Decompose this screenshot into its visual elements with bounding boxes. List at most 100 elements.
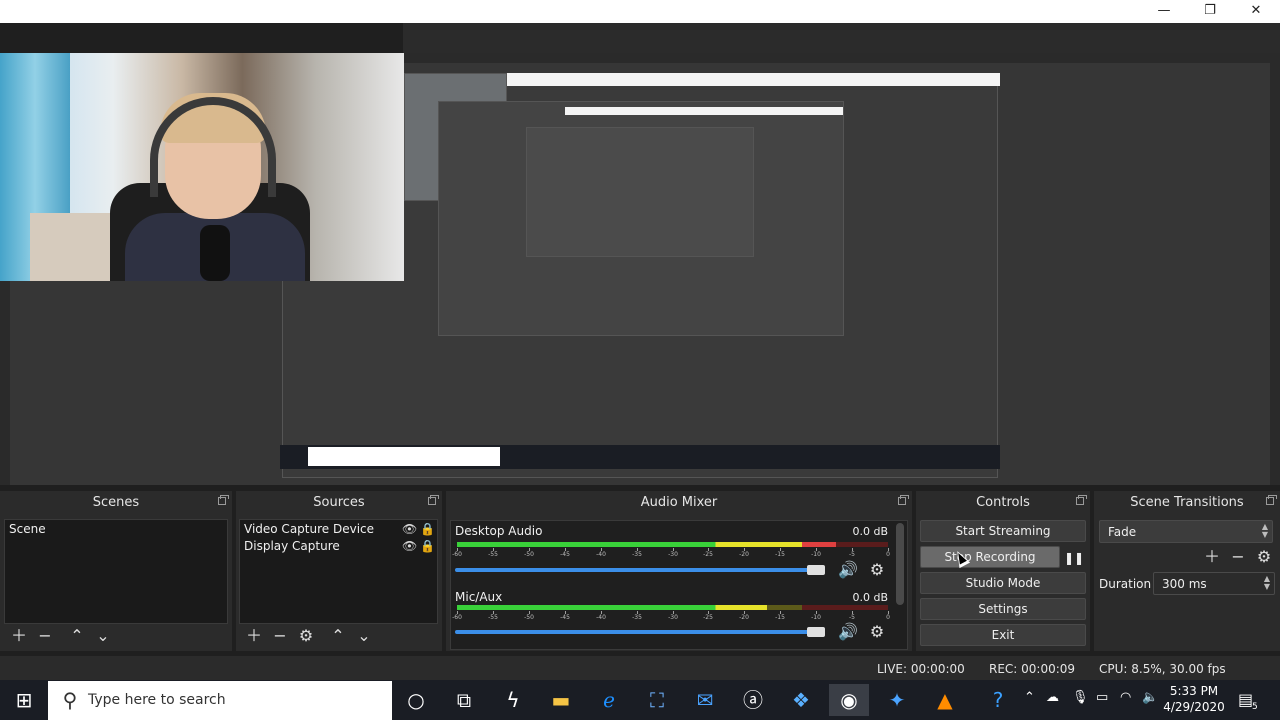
meter-tick-label: -40: [596, 551, 606, 558]
desktop-audio-volume-slider[interactable]: [455, 568, 825, 572]
add-source-icon[interactable]: ＋: [245, 627, 263, 645]
stop-recording-button[interactable]: Stop Recording: [920, 546, 1060, 568]
scene-transitions-dock: Scene Transitions: [1094, 491, 1280, 651]
vlc-icon[interactable]: ▲: [925, 684, 965, 716]
move-source-down-icon[interactable]: ⌄: [355, 627, 373, 645]
start-streaming-button[interactable]: Start Streaming: [920, 520, 1086, 542]
file-explorer-icon[interactable]: ▬: [541, 684, 581, 716]
taskbar-clock[interactable]: 5:33 PM 4/29/2020: [1160, 683, 1228, 715]
transition-select[interactable]: Fade ▲ ▼: [1099, 520, 1273, 543]
tray-chevron-up-icon[interactable]: ⌃: [1024, 690, 1035, 705]
source-properties-gear-icon[interactable]: ⚙: [297, 627, 315, 645]
desktop-audio-volume-handle[interactable]: [807, 565, 825, 575]
windows-start-icon[interactable]: ⊞: [4, 684, 44, 716]
meter-tick-label: -40: [596, 614, 606, 621]
app-icon[interactable]: ✦: [877, 684, 917, 716]
obs-icon[interactable]: ◉: [829, 684, 869, 716]
controls-float-icon[interactable]: [1076, 495, 1087, 505]
meter-tick-label: -60: [452, 614, 462, 621]
meter-tick-label: -30: [668, 614, 678, 621]
remove-source-icon[interactable]: −: [271, 627, 289, 645]
studio-mode-button[interactable]: Studio Mode: [920, 572, 1086, 594]
meter-tick-label: -55: [488, 551, 498, 558]
remove-transition-icon[interactable]: −: [1229, 548, 1247, 566]
mixer-scrollbar[interactable]: [896, 523, 904, 605]
meter-tick-label: 0: [886, 551, 890, 558]
scene-item[interactable]: Scene: [5, 521, 227, 538]
nested-title-bar: [507, 73, 1000, 86]
meter-tick-label: -55: [488, 614, 498, 621]
notification-count: 5: [1252, 702, 1258, 712]
meter-tick-label: -15: [775, 551, 785, 558]
dropbox-icon[interactable]: ❖: [781, 684, 821, 716]
desktop-audio-gear-icon[interactable]: ⚙: [867, 560, 887, 580]
cortana-icon[interactable]: ○: [396, 684, 436, 716]
desktop-audio-name: Desktop Audio: [455, 524, 543, 538]
minimize-button[interactable]: —: [1141, 0, 1187, 23]
notification-icon[interactable]: ▤: [1238, 690, 1253, 709]
mail-icon[interactable]: ✉: [685, 684, 725, 716]
meter-tick-label: -15: [775, 614, 785, 621]
mic-aux-volume-slider[interactable]: [455, 630, 825, 634]
help-icon[interactable]: ?: [980, 684, 1016, 716]
nested-capture-frame-3: [526, 127, 754, 257]
close-button[interactable]: ✕: [1233, 0, 1279, 23]
exit-button[interactable]: Exit: [920, 624, 1086, 646]
mic-aux-volume-handle[interactable]: [807, 627, 825, 637]
duration-value: 300 ms: [1162, 577, 1207, 591]
scene-transitions-float-icon[interactable]: [1266, 495, 1277, 505]
meter-tick-label: -10: [811, 551, 821, 558]
lock-icon[interactable]: 🔒: [420, 539, 435, 553]
bolt-app-icon[interactable]: ϟ: [493, 684, 533, 716]
meter-tick-label: -25: [703, 614, 713, 621]
wifi-icon[interactable]: ◠: [1120, 690, 1131, 705]
mic-aux-meter: [457, 605, 888, 610]
preview-area[interactable]: [0, 53, 1280, 485]
maximize-button[interactable]: ❐: [1187, 0, 1233, 23]
transition-select-value: Fade: [1108, 525, 1137, 539]
meter-tick-label: 0: [886, 614, 890, 621]
edge-icon[interactable]: ℯ: [589, 684, 629, 716]
transition-properties-gear-icon[interactable]: ⚙: [1255, 548, 1273, 566]
onedrive-icon[interactable]: ☁: [1046, 690, 1059, 705]
meter-tick-label: -5: [849, 551, 855, 558]
volume-icon[interactable]: 🔈: [1142, 690, 1158, 705]
mic-aux-gear-icon[interactable]: ⚙: [867, 622, 887, 642]
meter-tick-label: -25: [703, 551, 713, 558]
desktop-audio-speaker-icon[interactable]: 🔊: [838, 560, 858, 580]
nested-search: [308, 447, 500, 466]
move-scene-down-icon[interactable]: ⌄: [94, 627, 112, 645]
duration-spinbox[interactable]: 300 ms ▲ ▼: [1153, 572, 1275, 595]
eye-icon[interactable]: 👁: [402, 522, 417, 536]
duration-label: Duration: [1099, 577, 1152, 591]
add-scene-icon[interactable]: ＋: [10, 627, 28, 645]
audio-mixer-title: Audio Mixer: [640, 495, 718, 510]
lock-icon[interactable]: 🔒: [420, 522, 435, 536]
search-icon: ⚲: [62, 688, 78, 712]
microphone-icon[interactable]: 🎙: [1072, 690, 1089, 705]
meter-tick-label: -50: [524, 614, 534, 621]
task-view-icon[interactable]: ⧉: [444, 684, 484, 716]
spinbox-arrows-icon[interactable]: ▲ ▼: [1264, 575, 1270, 591]
sources-dock-float-icon[interactable]: [428, 495, 439, 505]
obs-window: — ❐ ✕ Scenes Scene ＋ − ⌃ ⌄ Sources Video…: [0, 0, 1280, 720]
amazon-icon[interactable]: ⓐ: [733, 684, 773, 716]
settings-button[interactable]: Settings: [920, 598, 1086, 620]
scenes-dock-float-icon[interactable]: [218, 495, 229, 505]
store-icon[interactable]: ⛶: [637, 684, 677, 716]
move-scene-up-icon[interactable]: ⌃: [68, 627, 86, 645]
remove-scene-icon[interactable]: −: [36, 627, 54, 645]
chevron-updown-icon: ▲ ▼: [1261, 522, 1268, 539]
mic-aux-speaker-icon[interactable]: 🔊: [838, 622, 858, 642]
title-bar: [0, 0, 1280, 23]
move-source-up-icon[interactable]: ⌃: [329, 627, 347, 645]
nested-title-bar-2: [565, 107, 843, 115]
clock-date: 4/29/2020: [1163, 700, 1225, 714]
audio-mixer-float-icon[interactable]: [898, 495, 909, 505]
add-transition-icon[interactable]: ＋: [1203, 548, 1221, 566]
battery-icon[interactable]: ▭: [1096, 690, 1108, 705]
scenes-list[interactable]: Scene: [4, 519, 228, 624]
pause-recording-icon[interactable]: ❚❚: [1064, 549, 1084, 567]
eye-icon[interactable]: 👁: [402, 539, 417, 553]
desktop-audio-db: 0.0 dB: [852, 525, 888, 538]
